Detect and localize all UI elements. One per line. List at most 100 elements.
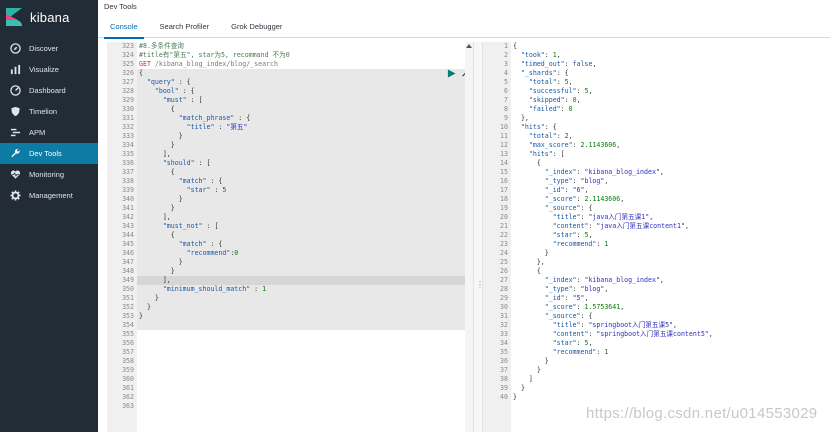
line-number: 10 — [500, 123, 508, 131]
apm-icon — [9, 127, 21, 139]
code-line: "took": 1, — [520, 51, 561, 59]
code-line: "minimum_should_match" : 1 — [162, 285, 267, 293]
sidebar-item-apm[interactable]: APM — [0, 122, 98, 143]
kibana-logo-icon — [6, 8, 22, 26]
response-editor[interactable]: 1 2 3 4 5 6 7 8 9 10 11 12 13 14 15 16 17 18 19 20 21 22 23 24 2… — [483, 42, 830, 432]
line-number: 335 — [122, 150, 134, 158]
code-line: "_shards": { — [520, 69, 569, 77]
code-line: } — [139, 141, 175, 149]
line-number: 3 — [504, 60, 508, 68]
code-line: "star" : 5 — [186, 186, 227, 194]
code-line: { — [513, 42, 517, 50]
code-line: "match" : { — [178, 240, 223, 248]
code-line: } — [139, 204, 175, 212]
sidebar-item-label: Discover — [29, 44, 59, 53]
line-number: 338 — [122, 177, 134, 185]
line-number: 347 — [122, 258, 134, 266]
code-line: } — [139, 294, 159, 302]
code-line: "match_phrase" : { — [178, 114, 251, 122]
play-icon[interactable] — [447, 69, 456, 78]
page-title: Dev Tools — [104, 2, 137, 11]
bar-chart-icon — [9, 64, 21, 76]
line-number: 40 — [500, 393, 508, 401]
sidebar-item-dashboard[interactable]: Dashboard — [0, 80, 98, 101]
line-number: 18 — [500, 195, 508, 203]
code-line: "_source": { — [544, 312, 593, 320]
tab-console[interactable]: Console — [104, 18, 144, 39]
line-number: 14 — [500, 159, 508, 167]
code-line: "content": "springboot入门第五课content5", — [552, 330, 713, 338]
sidebar-item-monitoring[interactable]: Monitoring — [0, 164, 98, 185]
scroll-up-icon[interactable] — [466, 44, 472, 48]
line-number: 355 — [122, 330, 134, 338]
line-number: 339 — [122, 186, 134, 194]
code-line: "title" : "第五" — [186, 123, 248, 131]
code-line: "_index": "kibana_blog_index", — [544, 276, 664, 284]
tab-bar: Console Search Profiler Grok Debugger — [104, 18, 298, 39]
request-line-gutter: 323 324 325 326 327 328 329 330 331 332 333 334 335 3… — [107, 42, 137, 432]
line-number: 31 — [500, 312, 508, 320]
line-number: 23 — [500, 240, 508, 248]
sidebar-item-management[interactable]: Management — [0, 185, 98, 206]
request-code[interactable]: #8.多条件查询 #title有"第五", star为5, recommand 不… — [137, 42, 465, 432]
line-number: 4 — [504, 69, 508, 77]
sidebar-item-label: Dev Tools — [29, 149, 62, 158]
line-number: 334 — [122, 141, 134, 149]
line-number: 21 — [500, 222, 508, 230]
line-number: 37 — [500, 366, 508, 374]
code-line: } — [139, 267, 175, 275]
line-number: 330 — [122, 105, 134, 113]
line-number: 6 — [504, 87, 508, 95]
line-number: 1 — [504, 42, 508, 50]
line-number: 328 — [122, 87, 134, 95]
sidebar-item-timelion[interactable]: Timelion — [0, 101, 98, 122]
request-editor[interactable]: 323 324 325 326 327 328 329 330 331 332 333 334 335 3… — [107, 42, 473, 432]
code-line: { — [139, 168, 175, 176]
code-line: GET /kibana_blog_index/blog/_search — [139, 60, 278, 68]
line-number: 32 — [500, 321, 508, 329]
code-line: ], — [139, 213, 171, 221]
code-line: "total": 2, — [528, 132, 573, 140]
sidebar-item-visualize[interactable]: Visualize — [0, 59, 98, 80]
sidebar-item-label: Management — [29, 191, 73, 200]
panel-resizer[interactable]: ⋮ — [473, 42, 484, 432]
gear-icon — [9, 190, 21, 202]
tab-grok-debugger[interactable]: Grok Debugger — [225, 18, 288, 39]
line-number: 325 — [122, 60, 134, 68]
line-number: 344 — [122, 231, 134, 239]
sidebar-nav: Discover Visualize Dashboard Timelion AP… — [0, 38, 98, 206]
line-number: 362 — [122, 393, 134, 401]
code-line: } — [513, 357, 549, 365]
code-line: }, — [513, 258, 545, 266]
code-line: "hits": [ — [528, 150, 565, 158]
request-scrollbar[interactable] — [465, 42, 473, 432]
line-number: 329 — [122, 96, 134, 104]
line-number: 332 — [122, 123, 134, 131]
line-number: 356 — [122, 339, 134, 347]
line-number: 29 — [500, 294, 508, 302]
line-number: 27 — [500, 276, 508, 284]
line-number: 22 — [500, 231, 508, 239]
line-number: 26 — [500, 267, 508, 275]
tab-search-profiler[interactable]: Search Profiler — [154, 18, 216, 39]
code-line: #8.多条件查询 — [139, 42, 184, 50]
line-number: 324 — [122, 51, 134, 59]
sidebar-item-label: Monitoring — [29, 170, 65, 179]
code-line: { — [139, 69, 143, 77]
sidebar-item-discover[interactable]: Discover — [0, 38, 98, 59]
line-number: 323 — [122, 42, 134, 50]
kibana-logo[interactable]: kibana — [0, 0, 98, 34]
code-line: } — [139, 258, 183, 266]
code-line: { — [139, 105, 175, 113]
compass-icon — [9, 43, 21, 55]
sidebar-item-dev-tools[interactable]: Dev Tools — [0, 143, 98, 164]
code-line: "recommend": 1 — [552, 240, 609, 248]
line-number: 327 — [122, 78, 134, 86]
code-line: "max_score": 2.1143606, — [528, 141, 621, 149]
